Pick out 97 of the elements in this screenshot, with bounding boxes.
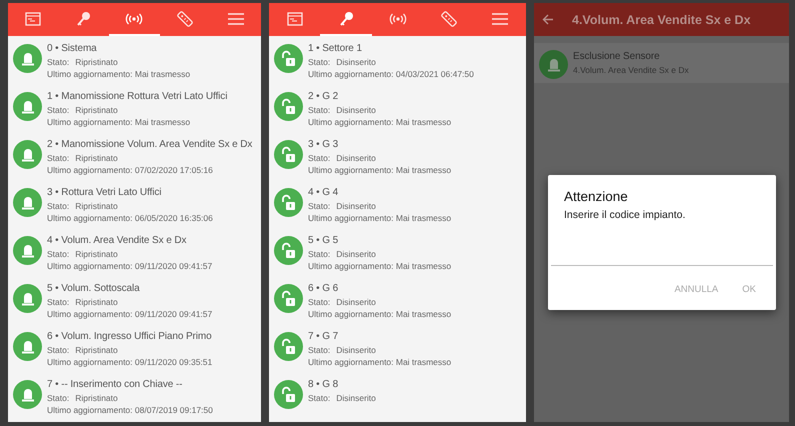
open-padlock-icon bbox=[280, 290, 296, 307]
item-title[interactable]: 1 • Settore 1 bbox=[308, 42, 474, 56]
status-value: Disinserito bbox=[336, 344, 376, 356]
item-title[interactable]: 3 • G 3 bbox=[308, 138, 452, 152]
dialog-message: Inserire il codice impianto. bbox=[563, 208, 686, 221]
status-label: Stato: bbox=[47, 296, 70, 308]
status-label: Stato: bbox=[308, 248, 330, 260]
item-title[interactable]: 2 • Manomissione Volum. Area Vendite Sx e Dx bbox=[47, 138, 252, 152]
item-title[interactable]: 5 • G 5 bbox=[308, 234, 452, 248]
status-label: Stato: bbox=[308, 200, 330, 212]
open-padlock-icon bbox=[280, 98, 296, 115]
key-icon bbox=[76, 10, 92, 26]
last-update: Ultimo aggiornamento: Mai trasmesso bbox=[47, 68, 190, 80]
status-value: Disinserito bbox=[336, 248, 376, 260]
status-label: Stato: bbox=[308, 56, 330, 68]
back-arrow-icon bbox=[542, 14, 554, 25]
last-update: Ultimo aggiornamento: 07/02/2020 17:05:16 bbox=[47, 164, 214, 176]
status-value: Ripristinato bbox=[75, 248, 118, 260]
key-icon bbox=[338, 10, 354, 26]
last-update: Ultimo aggiornamento: 08/07/2019 09:17:50 bbox=[47, 404, 213, 416]
last-update: Ultimo aggiornamento: Mai trasmesso bbox=[308, 356, 452, 368]
menu-icon bbox=[492, 12, 508, 24]
status-label: Stato: bbox=[308, 152, 330, 164]
status-value: Ripristinato bbox=[75, 200, 118, 212]
last-update: Ultimo aggiornamento: 04/03/2021 06:47:50 bbox=[308, 68, 474, 80]
open-padlock-icon bbox=[280, 50, 296, 67]
status-value: Ripristinato bbox=[75, 104, 118, 116]
status-value: Ripristinato bbox=[75, 296, 118, 308]
status-value: Disinserito bbox=[336, 152, 376, 164]
last-update: Ultimo aggiornamento: Mai trasmesso bbox=[308, 212, 452, 224]
siren-icon bbox=[20, 195, 34, 210]
item-title[interactable]: 3 • Rottura Vetri Lato Uffici bbox=[47, 186, 213, 200]
open-padlock-icon bbox=[280, 338, 296, 355]
siren-icon bbox=[20, 51, 34, 66]
item-title[interactable]: 8 • G 8 bbox=[308, 378, 376, 392]
status-label: Stato: bbox=[47, 56, 70, 68]
last-update: Ultimo aggiornamento: Mai trasmesso bbox=[308, 260, 452, 272]
last-update: Ultimo aggiornamento: 09/11/2020 09:41:57 bbox=[47, 260, 212, 272]
item-title[interactable]: 7 • -- Inserimento con Chiave -- bbox=[47, 378, 213, 392]
status-label: Stato: bbox=[47, 344, 70, 356]
broadcast-icon bbox=[125, 12, 144, 24]
item-title[interactable]: 6 • G 6 bbox=[308, 282, 452, 296]
screen-title: 4.Volum. Area Vendite Sx e Dx bbox=[572, 12, 751, 26]
item-title[interactable]: 7 • G 7 bbox=[308, 330, 452, 344]
menu-icon bbox=[228, 12, 244, 24]
last-update: Ultimo aggiornamento: 09/11/2020 09:41:57 bbox=[47, 308, 212, 320]
status-value: Disinserito bbox=[336, 104, 376, 116]
siren-icon bbox=[20, 339, 34, 354]
status-value: Disinserito bbox=[336, 392, 376, 404]
status-value: Disinserito bbox=[336, 296, 376, 308]
siren-icon bbox=[20, 147, 34, 162]
status-label: Stato: bbox=[47, 248, 70, 260]
open-padlock-icon bbox=[280, 146, 296, 163]
siren-icon bbox=[20, 243, 34, 258]
back-button[interactable] bbox=[542, 14, 554, 25]
status-value: Ripristinato bbox=[75, 392, 118, 404]
status-value: Ripristinato bbox=[75, 56, 118, 68]
status-value: Ripristinato bbox=[75, 152, 118, 164]
remote-control-icon bbox=[177, 10, 194, 26]
siren-icon bbox=[20, 291, 34, 306]
window-icon bbox=[25, 12, 42, 26]
status-label: Stato: bbox=[47, 152, 70, 164]
status-label: Stato: bbox=[47, 200, 70, 212]
status-value: Disinserito bbox=[336, 200, 376, 212]
status-label: Stato: bbox=[308, 392, 330, 404]
item-title[interactable]: 6 • Volum. Ingresso Uffici Piano Primo bbox=[47, 330, 212, 344]
item-title[interactable]: 4 • Volum. Area Vendite Sx e Dx bbox=[47, 234, 212, 248]
siren-icon bbox=[546, 56, 560, 72]
dialog-title: Attenzione bbox=[563, 189, 629, 204]
window-icon bbox=[286, 12, 303, 26]
status-label: Stato: bbox=[308, 104, 330, 116]
last-update: Ultimo aggiornamento: Mai trasmesso bbox=[308, 116, 452, 128]
remote-control-icon bbox=[440, 10, 457, 26]
last-update: Ultimo aggiornamento: 06/05/2020 16:35:06 bbox=[47, 212, 213, 224]
status-label: Stato: bbox=[308, 296, 330, 308]
item-title[interactable]: 4 • G 4 bbox=[308, 186, 452, 200]
status-label: Stato: bbox=[47, 104, 70, 116]
siren-icon bbox=[20, 99, 34, 114]
siren-icon bbox=[20, 387, 34, 402]
open-padlock-icon bbox=[280, 194, 296, 211]
last-update: Ultimo aggiornamento: Mai trasmesso bbox=[308, 308, 452, 320]
open-padlock-icon bbox=[280, 386, 296, 403]
item-title[interactable]: 1 • Manomissione Rottura Vetri Lato Uffici bbox=[47, 90, 228, 104]
last-update: Ultimo aggiornamento: 09/11/2020 09:35:51 bbox=[47, 356, 212, 368]
item-title[interactable]: 2 • G 2 bbox=[308, 90, 452, 104]
status-value: Disinserito bbox=[336, 56, 376, 68]
item-title: Esclusione Sensore bbox=[573, 50, 661, 64]
status-value: Ripristinato bbox=[75, 344, 118, 356]
item-subtitle: 4.Volum. Area Vendite Sx e Dx bbox=[573, 64, 689, 76]
last-update: Ultimo aggiornamento: Mai trasmesso bbox=[308, 164, 452, 176]
status-label: Stato: bbox=[308, 344, 330, 356]
open-padlock-icon bbox=[280, 242, 296, 259]
status-label: Stato: bbox=[47, 392, 70, 404]
item-title[interactable]: 5 • Volum. Sottoscala bbox=[47, 282, 212, 296]
broadcast-icon bbox=[388, 12, 407, 24]
last-update: Ultimo aggiornamento: Mai trasmesso bbox=[47, 116, 192, 128]
item-title[interactable]: 0 • Sistema bbox=[47, 42, 190, 56]
